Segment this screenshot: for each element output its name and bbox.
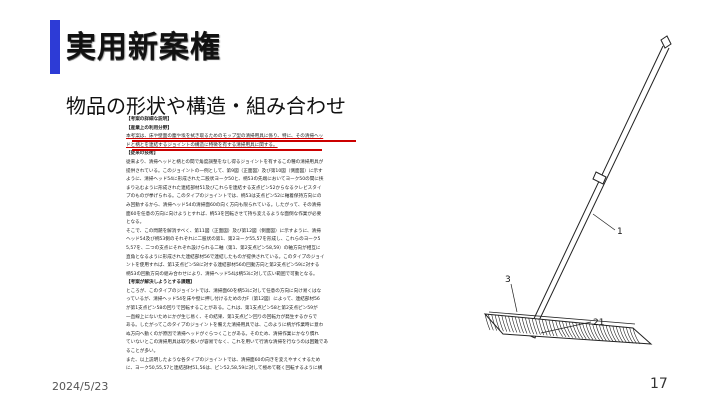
document-line: ントを使用すれば、第1支点ピン58に対する連結部材56の回動方向と第2支点ピン5… bbox=[126, 263, 320, 269]
document-line: ぬ方向へ動くのが原因で清掃ヘッドがぐらつくことがある。そのため、清掃作業にかなり… bbox=[126, 331, 319, 337]
document-line: そこで、この問題を解消すべく、第11図（正面図）及び第12図（側面図）に示すよう… bbox=[126, 228, 321, 234]
document-line: 一直線上にないためにかが生じ易く、その結果、第1支点ピン回りの回転力が発生するか… bbox=[126, 314, 318, 320]
document-line: 直角となるように形成された連結部材56で連結したものが提供されている。このタイプ… bbox=[126, 254, 325, 260]
document-line: に、ヨーク50,55,57と連結部材51,56は、ピン52,58,59に対して極… bbox=[126, 366, 323, 372]
patent-drawing-mop: 1 3 21 bbox=[475, 22, 688, 398]
document-line: 面60を任意の方向に向けようとすれば、柄53を回転させて持ち変えるような面倒な作… bbox=[126, 211, 322, 217]
document-line: ヘッド54及び柄53側のそれぞれに二股状の第1、第2ヨーク55,57を形成し、こ… bbox=[126, 237, 321, 243]
label-3: 3 bbox=[505, 275, 511, 285]
document-line: み回動するから、清掃ヘッド54の清掃面60の向く方向も限られている。したがって、… bbox=[126, 202, 321, 208]
document-line: ることが多い。 bbox=[126, 349, 159, 355]
handle-line-right bbox=[534, 47, 670, 330]
patent-document-excerpt: 【考案の詳細な説明】 【産業上の利用分野】 本考案は、床や壁面の塵や埃を拭き取るため… bbox=[126, 116, 366, 402]
document-line: 提供されている。このジョイントの一例として、第9図（正面図）及び第10図（側面図… bbox=[126, 168, 323, 174]
red-underline bbox=[132, 140, 356, 143]
slide-title: 実用新案権 bbox=[66, 30, 221, 65]
handle-collar bbox=[592, 171, 607, 185]
title-accent-bar bbox=[50, 20, 60, 74]
document-line: 【考案の詳細な説明】 bbox=[126, 117, 172, 122]
document-line: っているが、清掃ヘッド54を床や壁に押し付けるための力F（第12図）によって、連… bbox=[126, 297, 320, 303]
leader-3 bbox=[510, 283, 518, 313]
document-line: 【産業上の利用分野】 bbox=[126, 125, 172, 131]
document-line: 5,57を、二つの支点にそれぞれ設けられる二軸（第1、第2支点ピン58,59）の… bbox=[126, 245, 321, 251]
slide-subtitle: 物品の形状や構造・組み合わせ bbox=[66, 94, 346, 118]
document-line: ところが、このタイプのジョイントでは、清掃面60を柄53に対して任意の方向に向け… bbox=[126, 288, 322, 294]
label-1: 1 bbox=[617, 227, 623, 237]
slide-date: 2024/5/23 bbox=[52, 380, 109, 393]
document-line: が第1支点ピン58の回りで回転することがある。これは、第1支点ピン58と第2支点… bbox=[126, 306, 318, 312]
document-line: また、以上説明したような各タイプのジョイントでは、清掃面60の向きを変えやすくす… bbox=[126, 357, 321, 363]
document-line: となる。 bbox=[126, 220, 145, 226]
slide: 実用新案権 物品の形状や構造・組み合わせ 【考案の詳細な説明】 【産業上の利用分野… bbox=[0, 0, 720, 405]
red-underline bbox=[132, 148, 322, 151]
document-line: ある。したがってこのタイプのジョイントを備えた清掃用具では、このように柄が作業時… bbox=[126, 323, 324, 329]
mop-illustration: 1 3 21 bbox=[483, 35, 672, 345]
document-line: 従来より、清掃ヘッドと柄との間で角度調整をなし得るジョイントを有するこの種の清掃… bbox=[126, 159, 324, 165]
document-line: 【従来の技術】 bbox=[126, 151, 159, 157]
leader-1 bbox=[592, 213, 616, 231]
document-line: 【考案が解決しようとする課題】 bbox=[126, 280, 195, 286]
document-line: プのものが挙げられる。このタイプのジョイントでは、柄53は支点ピン52に軸着保持… bbox=[126, 194, 322, 200]
slide-page-number: 17 bbox=[650, 376, 668, 392]
document-line: ていないとこの清掃用具は取り扱いが容易でなく、これを用いて行清な清掃を行なうのは… bbox=[126, 340, 328, 346]
handle-line-left bbox=[529, 45, 664, 328]
document-line: 柄53の回動方向の組み合わせにより、清掃ヘッド54は柄53に対して広い範囲で可動… bbox=[126, 271, 318, 277]
document-line: まり込むように形成された連結部材51及びこれらを連結する支点ピン52からなるクレ… bbox=[126, 185, 322, 191]
document-line: ように、清掃ヘッド54に形成された二股状ヨーク50と、柄53の先端においてヨーク… bbox=[126, 177, 324, 183]
label-21: 21 bbox=[593, 318, 604, 328]
